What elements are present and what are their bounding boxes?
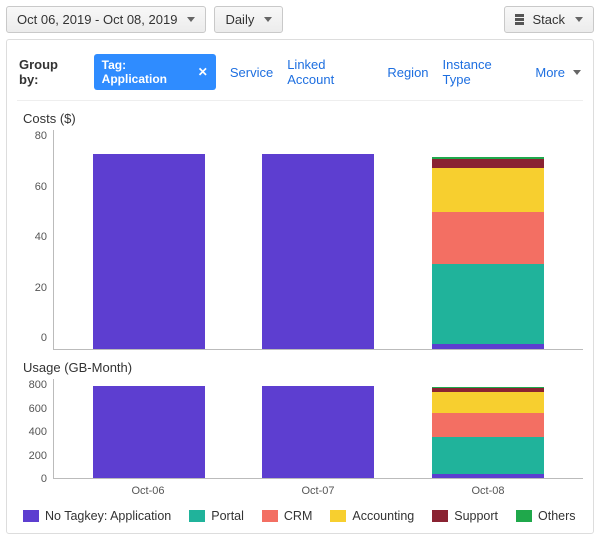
chevron-down-icon [264,17,272,22]
bar-segment[interactable] [432,437,544,475]
y-tick: 600 [29,403,47,415]
bar-segment[interactable] [262,154,374,349]
legend-label: Others [538,509,576,523]
y-tick: 0 [41,332,47,344]
legend-swatch [432,510,448,522]
bar-segment[interactable] [262,386,374,479]
cost-explorer-panel: Group by: Tag: Application ✕ Service Link… [6,39,594,534]
y-tick: 20 [35,282,47,294]
y-tick: 400 [29,426,47,438]
y-axis: 800 600 400 200 0 [17,379,51,485]
group-by-label: Group by: [19,57,80,87]
legend-swatch [330,510,346,522]
chart: 800 600 400 200 0 Oct-06 Oct-07 Oct-08 [17,379,583,499]
chevron-down-icon [187,17,195,22]
bar-segment[interactable] [432,212,544,264]
top-toolbar: Oct 06, 2019 - Oct 08, 2019 Daily Stack [0,0,600,39]
stack-label: Stack [532,12,565,27]
x-axis: Oct-06 Oct-07 Oct-08 [53,479,583,499]
legend-label: Accounting [352,509,414,523]
stacked-bar[interactable] [93,154,205,349]
bar-segment[interactable] [432,168,544,212]
x-tick: Oct-08 [471,485,504,497]
chart-title: Costs ($) [17,109,583,130]
plot-area [53,130,583,350]
bar-segment[interactable] [432,413,544,437]
chart-mode-picker[interactable]: Stack [504,6,594,33]
chevron-down-icon [573,70,581,75]
group-option[interactable]: Instance Type [443,57,522,87]
group-by-bar: Group by: Tag: Application ✕ Service Link… [17,50,583,101]
granularity-label: Daily [225,12,254,27]
x-tick: Oct-06 [131,485,164,497]
legend-item[interactable]: Portal [189,509,244,523]
legend-swatch [23,510,39,522]
legend-label: CRM [284,509,312,523]
y-tick: 800 [29,379,47,391]
stacked-bar[interactable] [93,386,205,479]
y-tick: 200 [29,450,47,462]
stacked-bar[interactable] [432,157,544,350]
legend-label: No Tagkey: Application [45,509,171,523]
legend-label: Portal [211,509,244,523]
group-option[interactable]: Region [387,65,428,80]
stacked-bar[interactable] [432,387,544,478]
y-axis: 80 60 40 20 0 [17,130,51,344]
legend-item[interactable]: Others [516,509,576,523]
stacked-bar[interactable] [262,154,374,349]
legend-swatch [262,510,278,522]
bar-segment[interactable] [432,159,544,167]
close-icon[interactable]: ✕ [198,65,208,79]
bar-segment[interactable] [432,474,544,478]
active-group-tag-label: Tag: Application [102,58,192,86]
stacked-bar[interactable] [262,386,374,479]
legend-item[interactable]: Accounting [330,509,414,523]
bar-segment[interactable] [432,264,544,344]
bar-segment[interactable] [93,154,205,349]
legend-label: Support [454,509,498,523]
y-tick: 40 [35,231,47,243]
chart-legend: No Tagkey: Application Portal CRM Accountin… [17,499,583,525]
bar-segment[interactable] [432,392,544,413]
x-tick: Oct-07 [301,485,334,497]
group-option[interactable]: Service [230,65,273,80]
bar-segment[interactable] [432,344,544,350]
group-more[interactable]: More [535,65,581,80]
y-tick: 0 [41,473,47,485]
granularity-picker[interactable]: Daily [214,6,283,33]
y-tick: 60 [35,181,47,193]
plot-area [53,379,583,479]
legend-swatch [516,510,532,522]
chart-title: Usage (GB-Month) [17,358,583,379]
date-range-label: Oct 06, 2019 - Oct 08, 2019 [17,12,177,27]
chart: 80 60 40 20 0 [17,130,583,358]
legend-item[interactable]: No Tagkey: Application [23,509,171,523]
legend-swatch [189,510,205,522]
more-label: More [535,65,565,80]
stack-icon [515,14,524,25]
y-tick: 80 [35,130,47,142]
active-group-tag[interactable]: Tag: Application ✕ [94,54,216,90]
date-range-picker[interactable]: Oct 06, 2019 - Oct 08, 2019 [6,6,206,33]
chevron-down-icon [575,17,583,22]
legend-item[interactable]: CRM [262,509,312,523]
group-option[interactable]: Linked Account [287,57,373,87]
legend-item[interactable]: Support [432,509,498,523]
bar-segment[interactable] [93,386,205,479]
